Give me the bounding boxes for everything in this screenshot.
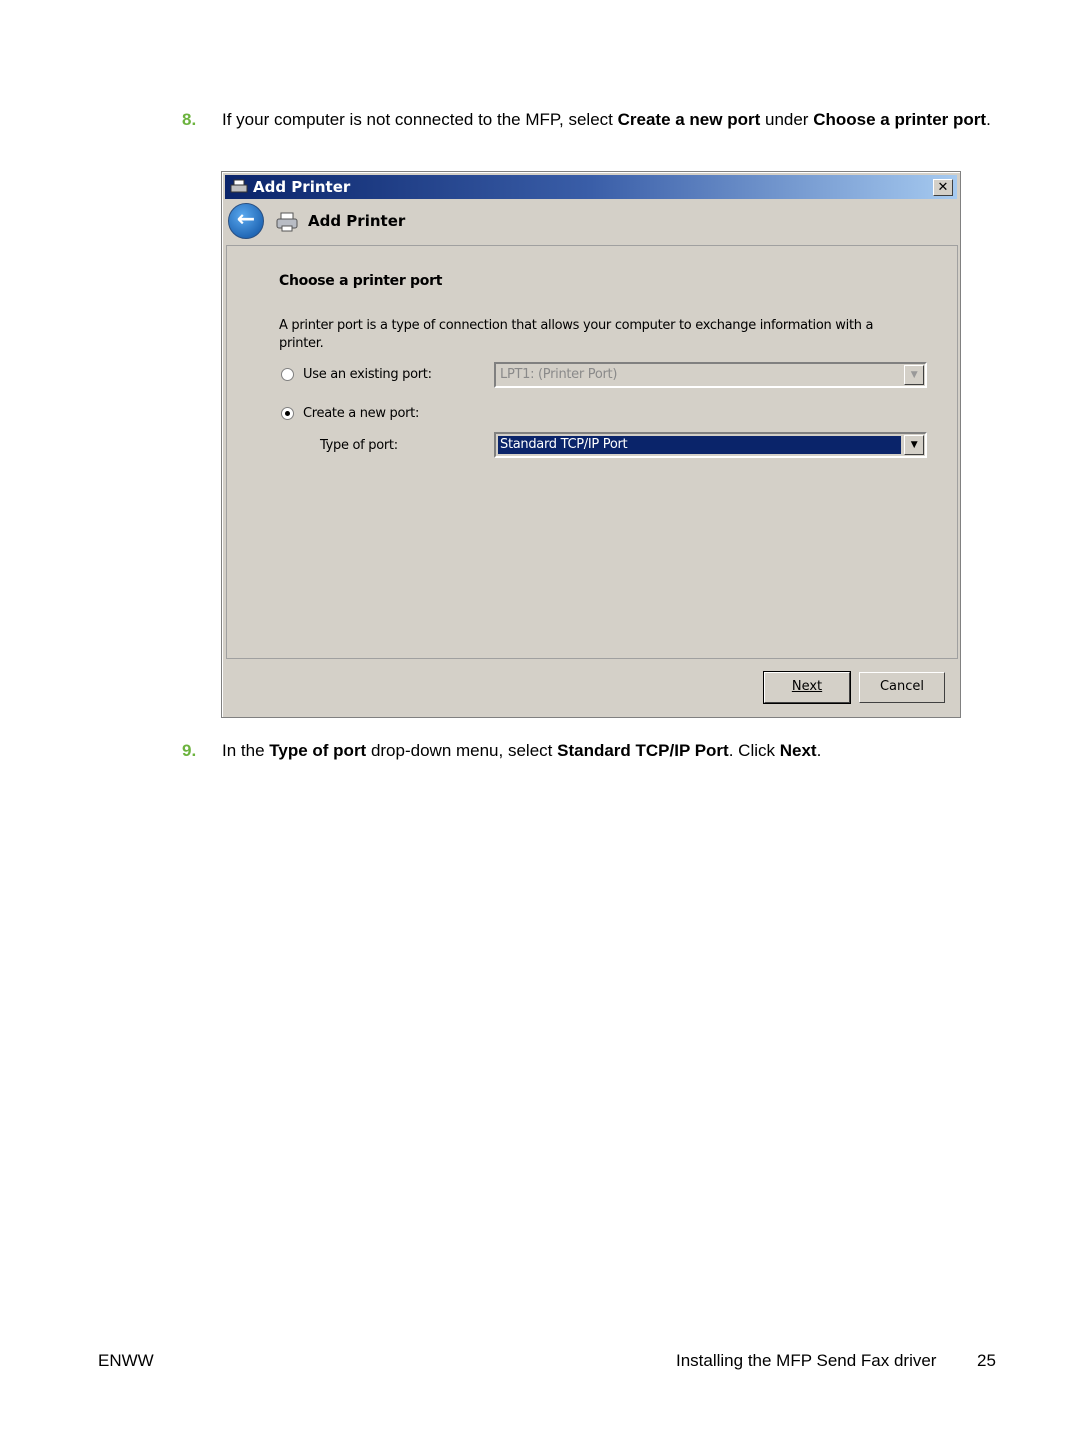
footer-left: ENWW: [98, 1351, 154, 1370]
bold-text: Choose a printer port: [813, 110, 987, 129]
type-of-port-value: Standard TCP/IP Port: [498, 436, 901, 454]
next-label: Next: [791, 679, 823, 694]
chevron-down-icon[interactable]: ▼: [904, 365, 924, 385]
text: In the: [222, 741, 270, 760]
step-number: 9.: [182, 741, 197, 760]
chevron-down-icon[interactable]: ▼: [904, 435, 924, 455]
section-heading: Choose a printer port: [279, 273, 443, 289]
printer-icon: [230, 179, 248, 193]
create-new-radio[interactable]: [281, 407, 294, 420]
use-existing-label[interactable]: Use an existing port:: [303, 367, 432, 382]
add-printer-dialog: Add Printer ✕ ← Add Printer Choose a pri…: [221, 171, 961, 718]
text: .: [816, 741, 822, 760]
window-title: Add Printer: [253, 178, 351, 196]
create-new-label[interactable]: Create a new port:: [303, 406, 419, 421]
content-panel: Choose a printer port A printer port is …: [226, 245, 958, 659]
close-button[interactable]: ✕: [933, 179, 953, 196]
description: A printer port is a type of connection t…: [279, 318, 874, 351]
wizard-header: Add Printer: [308, 212, 406, 230]
title-bar[interactable]: Add Printer ✕: [225, 175, 957, 199]
existing-port-value: LPT1: (Printer Port): [500, 367, 618, 382]
bold-text: Standard TCP/IP Port: [557, 741, 729, 760]
bold-text: Next: [779, 741, 817, 760]
step-number: 8.: [182, 110, 197, 129]
bold-text: Type of port: [269, 741, 367, 760]
cancel-button[interactable]: Cancel: [859, 672, 945, 703]
bold-text: Create a new port: [617, 110, 761, 129]
page-number: 25: [977, 1351, 996, 1370]
back-arrow-button[interactable]: ←: [228, 203, 264, 239]
next-button[interactable]: Next: [763, 671, 851, 704]
step-text: In the Type of port drop-down menu, sele…: [222, 740, 1012, 762]
existing-port-select[interactable]: LPT1: (Printer Port) ▼: [494, 362, 927, 388]
footer-section-title: Installing the MFP Send Fax driver: [676, 1351, 937, 1370]
text: . Click: [728, 741, 780, 760]
printer-icon: [276, 212, 298, 232]
text: .: [986, 110, 991, 129]
use-existing-radio[interactable]: [281, 368, 294, 381]
type-of-port-label: Type of port:: [320, 438, 398, 453]
type-of-port-select[interactable]: Standard TCP/IP Port ▼: [494, 432, 927, 458]
text: drop-down menu, select: [366, 741, 558, 760]
text: under: [760, 110, 814, 129]
step-text: If your computer is not connected to the…: [222, 109, 1012, 131]
text: If your computer is not connected to the…: [222, 110, 618, 129]
document-page: 8. If your computer is not connected to …: [0, 0, 1080, 1437]
